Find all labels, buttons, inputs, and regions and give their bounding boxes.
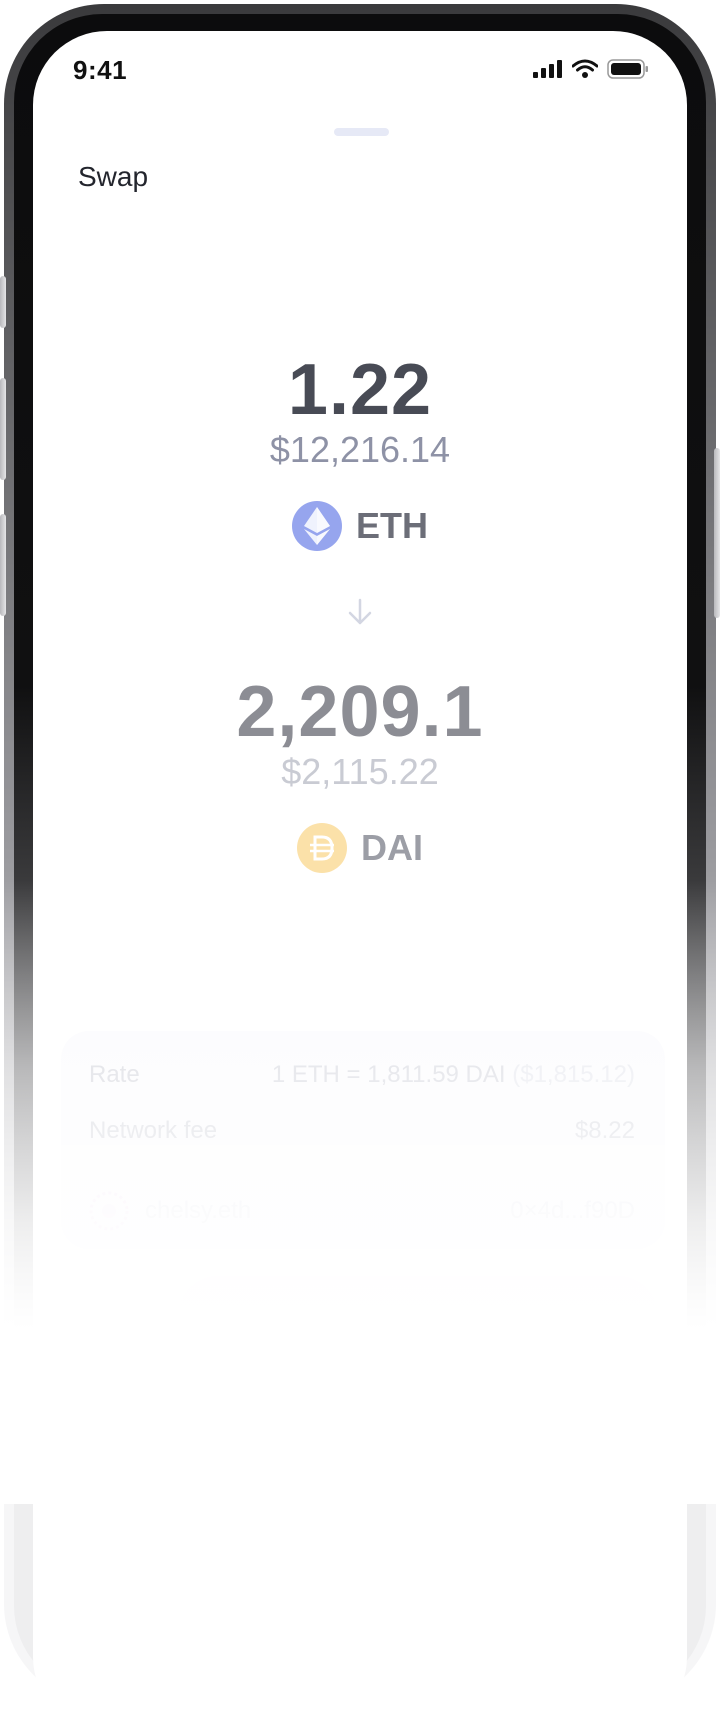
from-token: ETH <box>33 501 687 551</box>
status-bar: 9:41 <box>33 31 687 111</box>
account-name: chelsy.eth <box>145 1197 252 1224</box>
status-icons <box>533 59 649 79</box>
sheet-grabber-handle[interactable] <box>334 128 389 136</box>
rate-value: 1 ETH = 1,811.59 DAI <box>271 1061 506 1088</box>
page-title: Swap <box>78 161 149 192</box>
side-button-power <box>714 448 720 618</box>
network-fee-row[interactable]: Network fee $8.22 <box>89 1117 635 1145</box>
rate-value-group: 1 ETH = 1,811.59 DAI ($1,815.12) <box>272 1061 635 1089</box>
swap-details-card: Rate 1 ETH = 1,811.59 DAI ($1,815.12) Ne… <box>61 1031 665 1249</box>
cellular-signal-icon <box>533 60 562 78</box>
account-address: 0×4d...f90D <box>510 1197 635 1224</box>
to-token: DAI <box>33 823 687 873</box>
rate-fiat-value: ($1,815.12) <box>512 1061 635 1088</box>
from-token-symbol: ETH <box>356 505 428 546</box>
status-time: 9:41 <box>73 55 128 85</box>
phone-screen: 9:41 Swap 1.22 $12,216.14 ETH 2,209.1 $2… <box>33 31 687 1731</box>
account-info: chelsy.eth <box>89 1191 251 1231</box>
side-button-mute <box>0 276 6 328</box>
eth-logo-icon <box>292 501 342 551</box>
confirm-swap-button[interactable] <box>178 1276 658 1356</box>
to-fiat-value: $2,115.22 <box>281 751 439 792</box>
wifi-icon <box>572 59 598 78</box>
from-fiat-value: $12,216.14 <box>269 429 451 470</box>
side-button-volume-down <box>0 514 6 616</box>
network-fee-value: $8.22 <box>574 1117 635 1144</box>
network-fee-label: Network fee <box>89 1117 218 1144</box>
rate-row: Rate 1 ETH = 1,811.59 DAI ($1,815.12) <box>89 1061 635 1089</box>
to-amount: 2,209.1 <box>236 672 484 752</box>
from-amount: 1.22 <box>287 350 433 430</box>
battery-icon <box>607 59 648 79</box>
account-row[interactable]: chelsy.eth 0×4d...f90D <box>89 1191 635 1231</box>
dai-logo-icon <box>297 823 347 873</box>
rate-label: Rate <box>89 1061 140 1088</box>
arrow-down-icon <box>348 598 372 625</box>
account-avatar-icon <box>89 1191 129 1231</box>
to-token-symbol: DAI <box>361 827 423 868</box>
side-button-volume-up <box>0 378 6 480</box>
